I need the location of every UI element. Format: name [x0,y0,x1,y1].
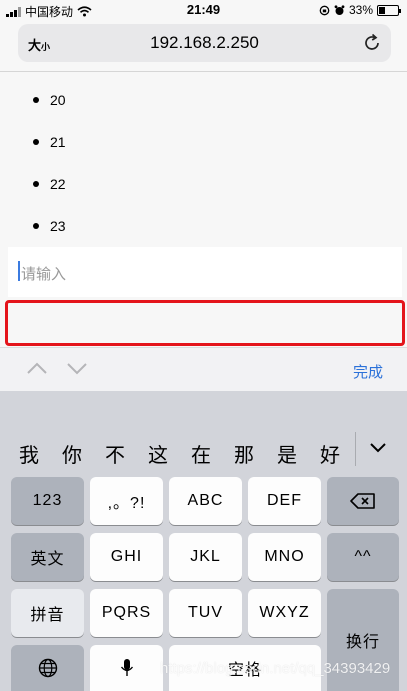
microphone-key[interactable] [90,645,163,691]
bullet-icon [33,139,39,145]
next-field-icon[interactable] [66,360,88,376]
watermark: https://blog.csdn.net/qq_34393429 [160,660,391,677]
abc-key[interactable]: ABC [169,477,242,525]
globe-key[interactable] [11,645,84,691]
battery-icon [377,4,401,16]
jkl-key[interactable]: JKL [169,533,242,581]
backspace-icon [350,493,375,509]
candidate-word[interactable]: 好 [320,439,340,468]
bullet-icon [33,97,39,103]
pinyin-key[interactable]: 拼音 [11,589,84,637]
done-button[interactable]: 完成 [353,361,383,382]
candidate-word[interactable]: 不 [105,439,125,468]
pqrs-key[interactable]: PQRS [90,589,163,637]
candidate-word[interactable]: 是 [277,439,297,468]
def-key[interactable]: DEF [248,477,321,525]
candidate-divider [355,432,356,466]
previous-field-icon[interactable] [26,360,48,376]
ghi-key[interactable]: GHI [90,533,163,581]
highlighted-area [5,300,405,346]
candidate-word[interactable]: 这 [148,439,168,468]
reload-icon[interactable] [361,32,383,54]
input-placeholder: 请输入 [21,266,67,283]
list-item: 23 [8,205,402,247]
punctuation-key[interactable]: ,。?! [90,477,163,525]
tuv-key[interactable]: TUV [169,589,242,637]
numbers-key[interactable]: 123 [11,477,84,525]
address-bar[interactable]: 大小 192.168.2.250 [18,24,391,62]
candidate-word[interactable]: 我 [19,439,39,468]
chevron-down-icon[interactable] [370,442,386,454]
status-bar: 中国移动 21:49 33% [0,0,407,20]
mno-key[interactable]: MNO [248,533,321,581]
bullet-icon [33,223,39,229]
text-input[interactable]: 请输入 [8,247,402,297]
keyboard: 我 你 不 这 在 那 是 好 123 ,。?! ABC DEF 英文 GHI … [0,391,407,691]
browser-toolbar: 大小 192.168.2.250 [0,20,407,72]
bullet-icon [33,181,39,187]
backspace-key[interactable] [327,477,399,525]
text-caret [18,261,20,281]
globe-icon [38,658,57,678]
alarm-icon [334,4,345,15]
battery-percent: 33% [348,3,373,17]
list-item: 20 [8,79,402,121]
candidate-bar: 我 你 不 这 在 那 是 好 [0,391,407,473]
candidate-word[interactable]: 在 [191,439,211,468]
wxyz-key[interactable]: WXYZ [248,589,321,637]
emoticon-key[interactable]: ^^ [327,533,399,581]
microphone-icon [120,659,133,676]
page-content: 20 21 22 23 [8,73,402,245]
keyboard-accessory-bar: 完成 [0,347,407,391]
english-key[interactable]: 英文 [11,533,84,581]
status-right: 33% [319,3,401,17]
candidate-word[interactable]: 你 [62,439,82,468]
url-text[interactable]: 192.168.2.250 [18,33,391,53]
rotation-lock-icon [319,5,330,15]
list-item: 22 [8,163,402,205]
list-item: 21 [8,121,402,163]
candidate-word[interactable]: 那 [234,439,254,468]
